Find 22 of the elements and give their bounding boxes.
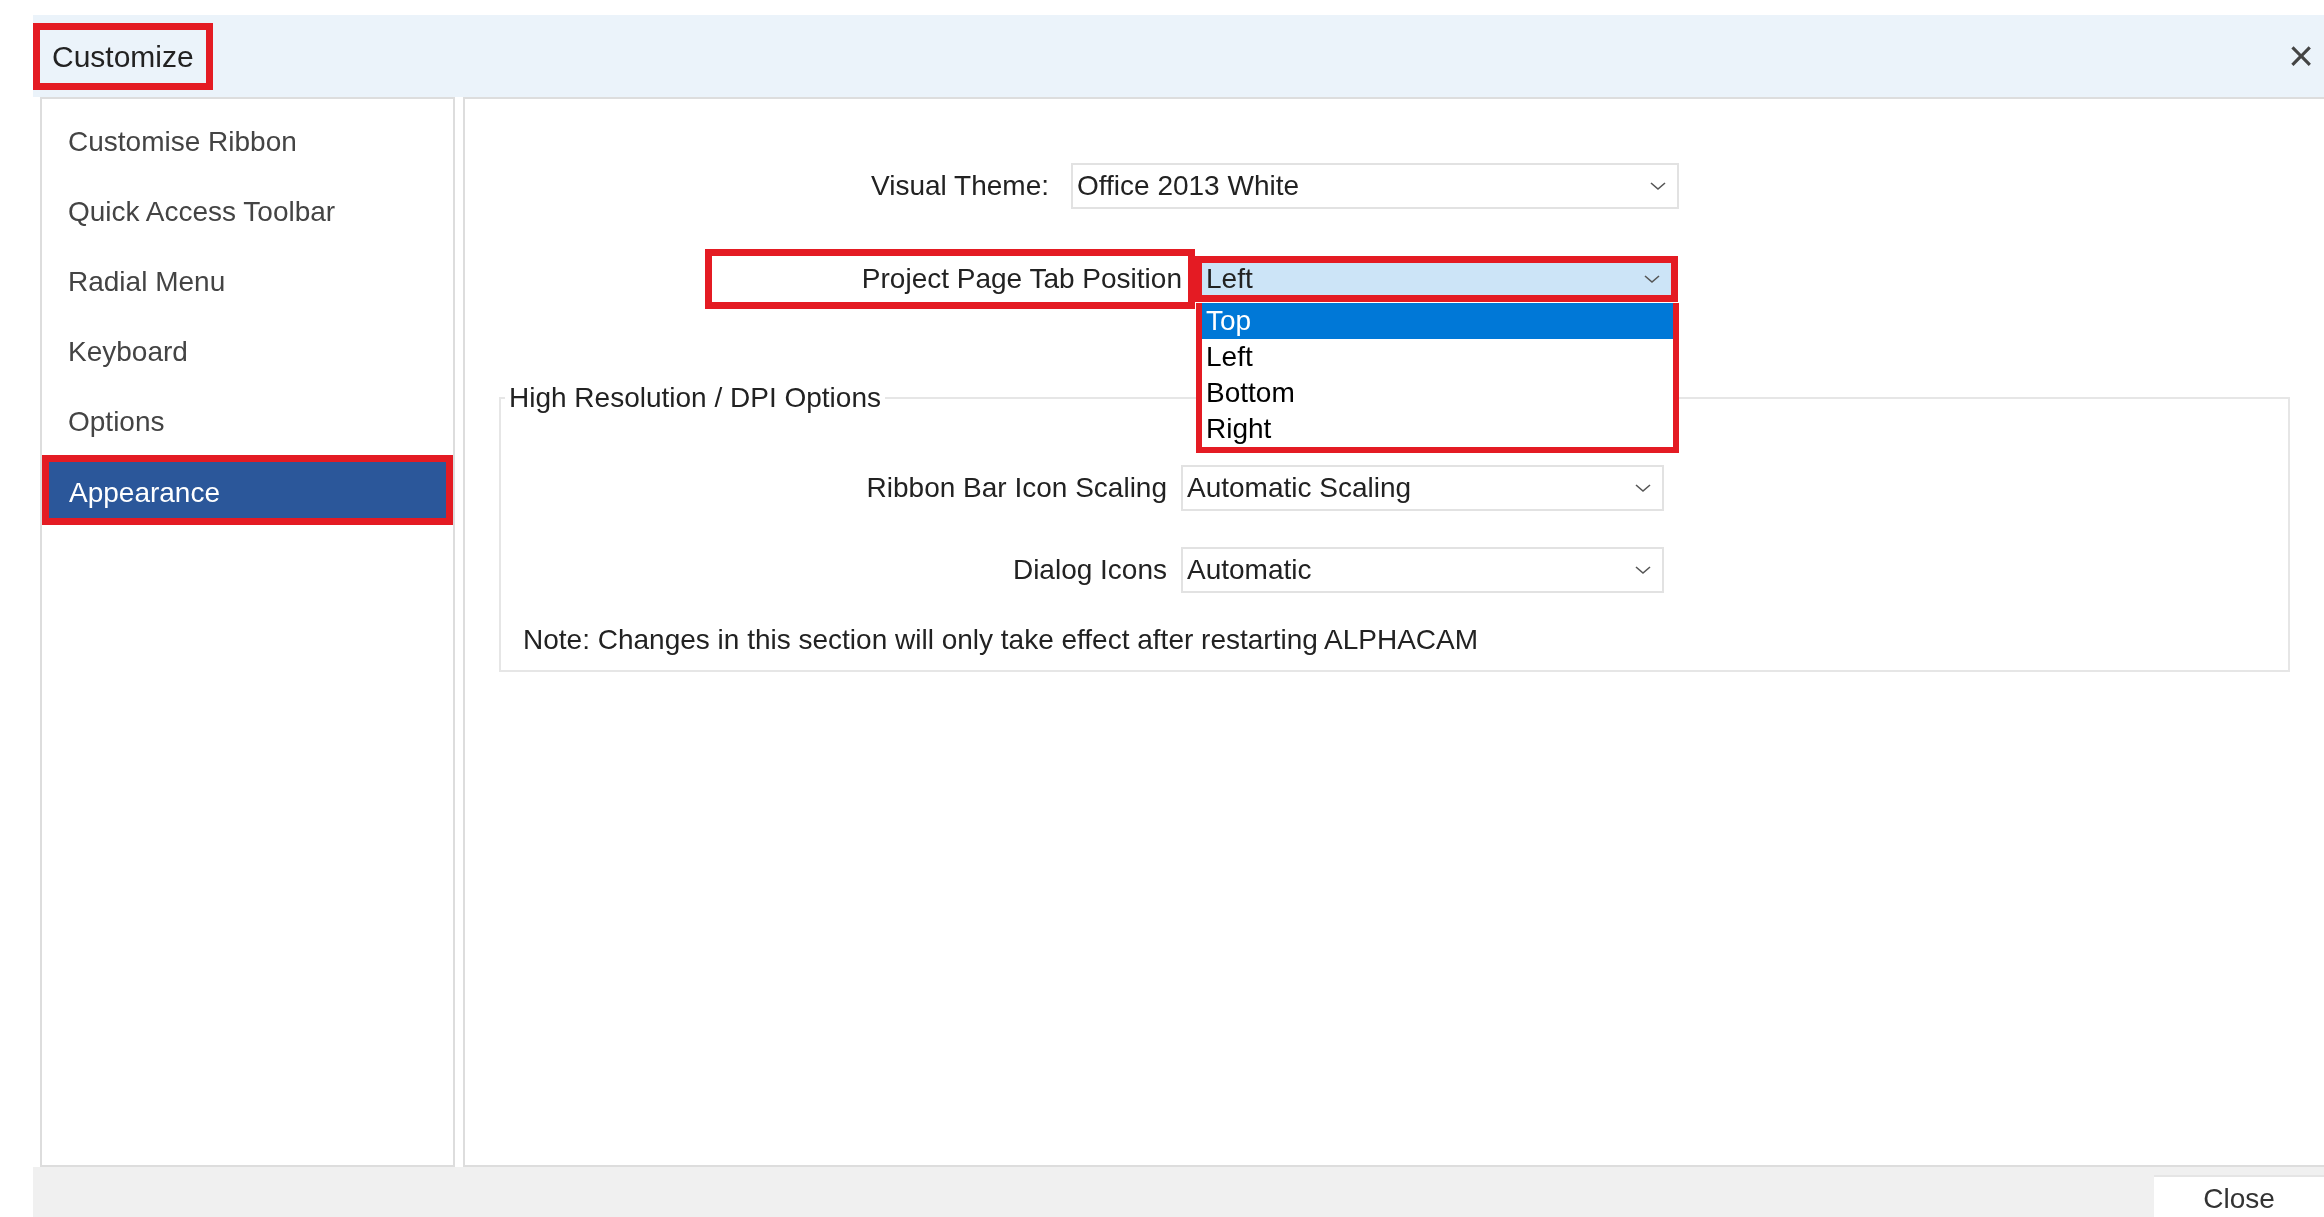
chevron-down-icon <box>1649 180 1667 192</box>
sidebar-item[interactable]: Customise Ribbon <box>42 105 453 175</box>
sidebar-item[interactable]: Quick Access Toolbar <box>42 175 453 245</box>
window-title: Customize <box>33 22 213 90</box>
close-button[interactable]: Close <box>2154 1175 2324 1217</box>
chevron-down-icon <box>1634 564 1652 576</box>
field-label: Project Page Tab Position <box>705 249 1195 309</box>
dropdown-field[interactable]: Automatic Scaling <box>1181 465 1664 511</box>
field-label: Visual Theme: <box>870 169 1050 203</box>
sidebar-item[interactable]: Keyboard <box>42 315 453 385</box>
close-button[interactable]: × <box>2278 34 2324 78</box>
sidebar-item[interactable]: Appearance <box>42 455 453 525</box>
dropdown-option[interactable]: Top <box>1202 303 1673 339</box>
sidebar-item[interactable]: Options <box>42 385 453 455</box>
dropdown-field[interactable]: Automatic <box>1181 547 1664 593</box>
field-label: Dialog Icons <box>1011 553 1168 587</box>
chevron-down-icon <box>1634 482 1652 494</box>
note-text: Note: Changes in this section will only take effect after restarting ALPHACAM <box>522 623 1480 657</box>
sidebar-item[interactable]: Radial Menu <box>42 245 453 315</box>
dropdown-field[interactable]: Office 2013 White <box>1071 163 1679 209</box>
chevron-down-icon <box>1643 273 1661 285</box>
field-label: Ribbon Bar Icon Scaling <box>865 471 1168 505</box>
